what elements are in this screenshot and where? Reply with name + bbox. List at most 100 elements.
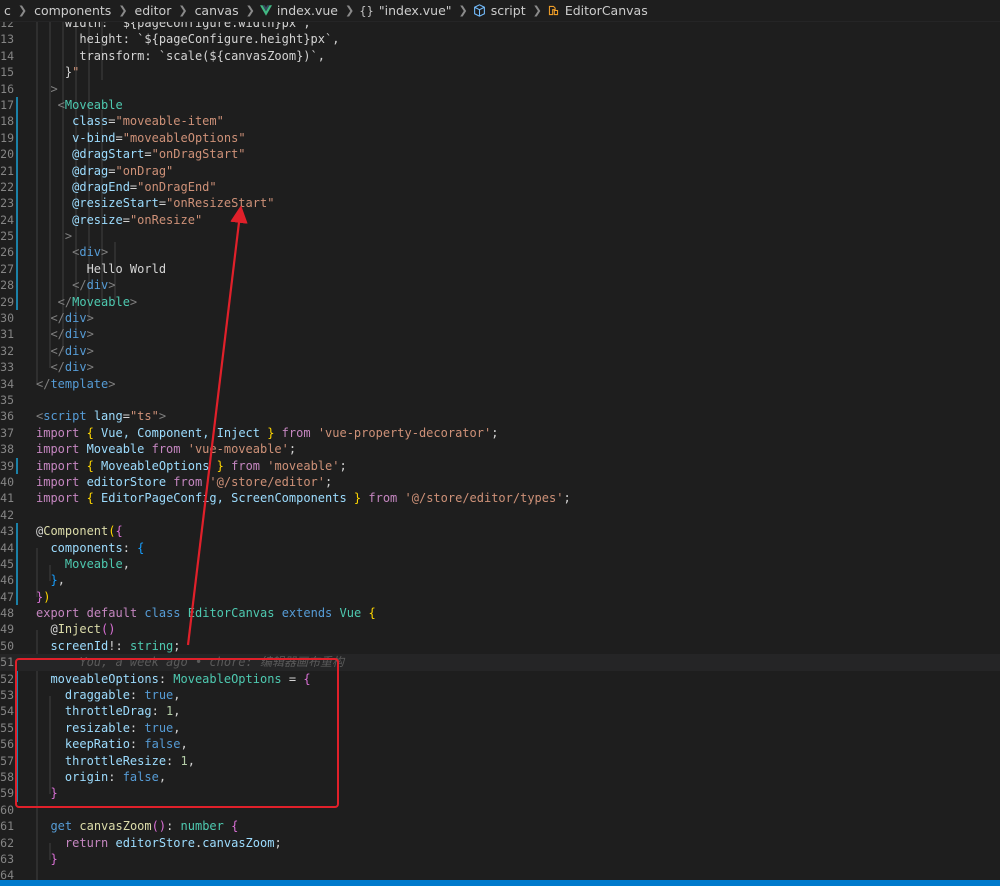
code-line[interactable]: 64 <box>0 867 1000 880</box>
code-line[interactable]: 46 }, <box>0 572 1000 589</box>
code-line[interactable]: 33 </div> <box>0 359 1000 375</box>
code-line[interactable]: 50 screenId!: string; <box>0 638 1000 654</box>
code-line[interactable]: 23 @resizeStart="onResizeStart" <box>0 195 1000 212</box>
code-editor[interactable]: 12 width: `${pageConfigure.width}px`, 13 … <box>0 22 1000 880</box>
code-line[interactable]: 19 v-bind="moveableOptions" <box>0 129 1000 147</box>
code-line[interactable]: 17 <Moveable <box>0 96 1000 114</box>
code-token: from <box>151 442 188 457</box>
line-number: 45 <box>0 556 14 571</box>
code-line[interactable]: 30 </div> <box>0 310 1000 326</box>
code-token: = <box>144 147 152 162</box>
breadcrumb-canvas[interactable]: canvas <box>193 3 241 18</box>
breadcrumb-file[interactable]: index.vue <box>275 3 340 18</box>
line-number: 26 <box>0 245 14 260</box>
code-line[interactable]: 45 Moveable, <box>0 555 1000 573</box>
code-text: </template> <box>36 376 115 392</box>
code-line[interactable]: 59 } <box>0 785 1000 802</box>
code-line[interactable]: 29 </Moveable> <box>0 293 1000 311</box>
code-text: @dragStart="onDragStart" <box>36 146 245 162</box>
code-line[interactable]: 41 import { EditorPageConfig, ScreenCompo… <box>0 490 1000 506</box>
code-text: }) <box>36 589 50 605</box>
code-line[interactable]: 25 > <box>0 228 1000 245</box>
breadcrumb-script[interactable]: script <box>489 3 528 18</box>
code-line[interactable]: 49 @Inject() <box>0 621 1000 637</box>
code-line[interactable]: 20 @dragStart="onDragStart" <box>0 146 1000 163</box>
code-line[interactable]: 38 import Moveable from 'vue-moveable'; <box>0 441 1000 457</box>
code-line[interactable]: 53 draggable: true, <box>0 687 1000 704</box>
code-line[interactable]: 21 @drag="onDrag" <box>0 162 1000 179</box>
code-token: EditorCanvas <box>187 606 275 621</box>
code-line[interactable]: 36 <script lang="ts"> <box>0 408 1000 424</box>
code-line[interactable]: 39 import { MoveableOptions } from 'movea… <box>0 457 1000 474</box>
line-number: 24 <box>0 212 14 227</box>
code-line[interactable]: 37 import { Vue, Component, Inject } from… <box>0 425 1000 441</box>
code-token: script <box>43 409 87 424</box>
code-line[interactable]: 15 }" <box>0 64 1000 80</box>
code-line[interactable]: 27 Hello World <box>0 260 1000 278</box>
code-line[interactable]: 43 @Component({ <box>0 523 1000 540</box>
code-line[interactable]: 63 } <box>0 851 1000 867</box>
code-token: "moveable-item" <box>115 114 224 129</box>
code-line[interactable]: 40 import editorStore from '@/store/edito… <box>0 474 1000 490</box>
code-token: from <box>274 425 318 440</box>
code-token: ; <box>563 491 571 506</box>
code-line[interactable]: 48 export default class EditorCanvas exte… <box>0 605 1000 621</box>
code-line[interactable]: 57 throttleResize: 1, <box>0 752 1000 769</box>
code-line[interactable]: 44 components: { <box>0 539 1000 556</box>
code-line[interactable]: 18 class="moveable-item" <box>0 113 1000 130</box>
code-line[interactable]: 58 origin: false, <box>0 768 1000 786</box>
code-lines: 12 width: `${pageConfigure.width}px`, 13 … <box>0 22 1000 880</box>
code-line[interactable]: 52 moveableOptions: MoveableOptions = { <box>0 670 1000 688</box>
code-line[interactable]: 54 throttleDrag: 1, <box>0 703 1000 720</box>
code-line[interactable]: 12 width: `${pageConfigure.width}px`, <box>0 22 1000 31</box>
line-number: 48 <box>0 606 14 621</box>
code-line[interactable]: 47}) <box>0 588 1000 606</box>
code-token: @dragStart <box>36 147 145 162</box>
breadcrumb-file-object[interactable]: "index.vue" <box>377 3 454 18</box>
line-number: 29 <box>0 294 14 309</box>
breadcrumb-class[interactable]: EditorCanvas <box>563 3 650 18</box>
code-token: '@/store/editor/types' <box>404 491 564 506</box>
code-line[interactable]: 61 get canvasZoom(): number { <box>0 818 1000 834</box>
code-line[interactable]: 22 @dragEnd="onDragEnd" <box>0 178 1000 196</box>
code-token: ; <box>491 425 499 440</box>
code-line[interactable]: 32 </div> <box>0 343 1000 359</box>
code-line[interactable]: 60 <box>0 802 1000 818</box>
code-line[interactable]: 42 <box>0 507 1000 523</box>
code-token: ( <box>108 524 116 539</box>
code-line[interactable]: 62 return editorStore.canvasZoom; <box>0 835 1000 851</box>
code-token: 'vue-property-decorator' <box>317 425 492 440</box>
code-line[interactable]: 26 <div> <box>0 244 1000 261</box>
code-line[interactable]: 16 > <box>0 81 1000 97</box>
code-token: resizable <box>36 720 130 735</box>
code-text: <script lang="ts"> <box>36 408 166 424</box>
code-line[interactable]: 28 </div> <box>0 277 1000 294</box>
breadcrumb-editor[interactable]: editor <box>133 3 174 18</box>
code-token: Hello World <box>36 261 167 276</box>
code-line[interactable]: 24 @resize="onResize" <box>0 211 1000 229</box>
code-line[interactable]: 56 keepRatio: false, <box>0 736 1000 753</box>
code-line[interactable]: 55 resizable: true, <box>0 719 1000 737</box>
code-token: , <box>173 688 181 703</box>
line-number: 35 <box>0 392 14 407</box>
code-line[interactable]: 51 You, a week ago • chore: 编辑器画布重构 <box>0 654 1000 671</box>
code-token: = <box>115 130 123 145</box>
code-token: ; <box>339 458 347 473</box>
code-line[interactable]: 35 <box>0 392 1000 408</box>
code-token: , <box>173 720 181 735</box>
breadcrumb-src[interactable]: c <box>2 3 13 18</box>
line-number: 16 <box>0 81 14 96</box>
code-token: true <box>144 720 174 735</box>
breadcrumb-components[interactable]: components <box>32 3 113 18</box>
code-token: lang <box>86 409 123 424</box>
code-line[interactable]: 14 transform: `scale(${canvasZoom})`, <box>0 48 1000 64</box>
code-line[interactable]: 34 </template> <box>0 376 1000 392</box>
code-token: () <box>151 819 167 834</box>
code-line[interactable]: 13 height: `${pageConfigure.height}px`, <box>0 31 1000 47</box>
line-number: 34 <box>0 376 14 391</box>
code-line[interactable]: 31 </div> <box>0 326 1000 342</box>
